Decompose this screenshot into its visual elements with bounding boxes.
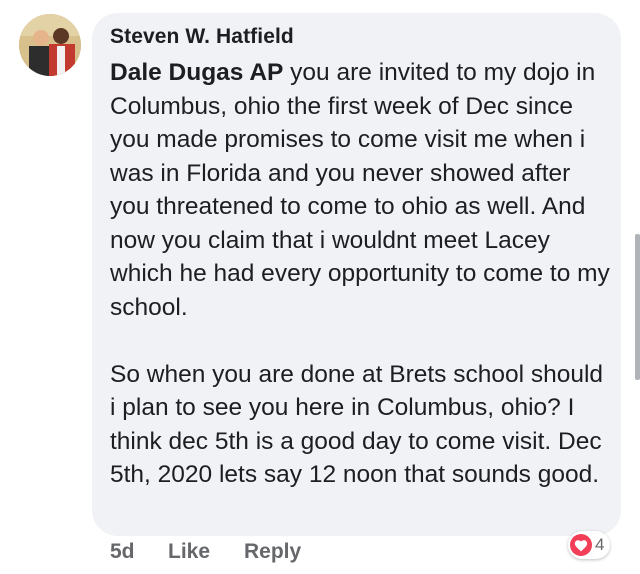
comment-timestamp[interactable]: 5d <box>110 540 168 564</box>
comment-body: Dale Dugas AP you are invited to my dojo… <box>110 56 610 492</box>
reaction-summary[interactable]: 4 <box>568 531 611 559</box>
comment-actions: 5d Like Reply <box>110 540 301 564</box>
comment-thread: Steven W. Hatfield Dale Dugas AP you are… <box>0 0 640 574</box>
comment-paragraph: Dale Dugas AP you are invited to my dojo… <box>110 56 610 324</box>
comment-author[interactable]: Steven W. Hatfield <box>110 25 294 49</box>
mention-link[interactable]: Dale Dugas AP <box>110 59 283 86</box>
comment-bubble: Steven W. Hatfield Dale Dugas AP you are… <box>92 13 621 536</box>
comment-paragraph: So when you are done at Brets school sho… <box>110 360 604 489</box>
comment-text: you are invited to my dojo in Columbus, … <box>110 59 610 321</box>
scrollbar[interactable] <box>635 234 640 380</box>
heart-icon <box>570 534 592 556</box>
reaction-count: 4 <box>595 535 605 554</box>
reply-button[interactable]: Reply <box>244 540 301 564</box>
avatar-image <box>19 14 81 76</box>
like-button[interactable]: Like <box>168 540 244 564</box>
avatar[interactable] <box>19 14 81 76</box>
